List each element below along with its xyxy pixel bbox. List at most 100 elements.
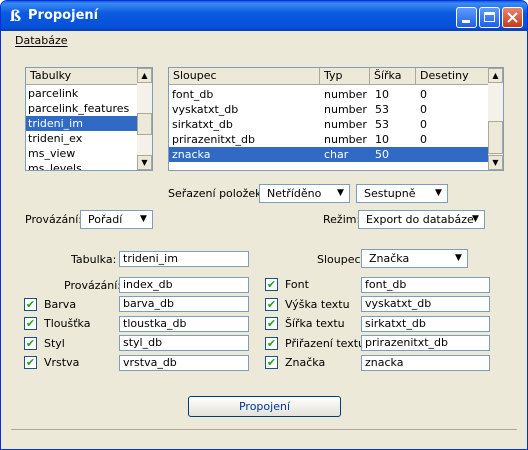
list-item-label: trideni_im	[28, 117, 83, 130]
table-row[interactable]: prirazenitxt_db number 10 0	[169, 132, 488, 147]
prirazeni-textu-label: Přiřazení textu	[285, 337, 366, 350]
cell-width: 10	[375, 88, 389, 101]
tloustka-checkbox[interactable]: ✔	[24, 317, 37, 330]
linking-field-label: Provázání:	[64, 279, 121, 292]
barva-checkbox[interactable]: ✔	[24, 298, 37, 311]
minimize-icon	[462, 20, 470, 23]
sirka-textu-checkbox[interactable]: ✔	[265, 317, 278, 330]
cell-width: 50	[375, 148, 389, 161]
cell-type: number	[324, 88, 367, 101]
cell-decimals: 0	[420, 103, 427, 116]
table-label: Tabulka:	[71, 253, 117, 266]
sort-order-value: Netříděno	[267, 187, 322, 200]
table-row[interactable]: font_db number 10 0	[169, 87, 488, 102]
columns-scrollbar[interactable]: ▲ ▼	[488, 68, 503, 170]
column-header-sloupec[interactable]: Sloupec	[169, 68, 320, 85]
table-row[interactable]: vyskatxt_db number 53 0	[169, 102, 488, 117]
sort-order-dropdown[interactable]: Netříděno ▼	[259, 184, 350, 203]
list-item[interactable]: trideni_ex	[26, 131, 137, 146]
minimize-button[interactable]	[456, 7, 477, 28]
linking-field[interactable]: index_db	[119, 277, 249, 293]
linking-dropdown[interactable]: Pořadí ▼	[80, 210, 153, 229]
mode-value: Export do databáze	[366, 213, 474, 226]
maximize-button[interactable]	[479, 7, 500, 28]
list-item[interactable]: ms_levels	[26, 161, 137, 170]
columns-listview[interactable]: Sloupec Typ Šířka Desetiny font_db numbe…	[168, 67, 504, 171]
font-checkbox[interactable]: ✔	[265, 278, 278, 291]
vrstva-field[interactable]: vrstva_db	[119, 355, 249, 371]
scroll-up-icon[interactable]: ▲	[137, 68, 152, 83]
styl-checkbox[interactable]: ✔	[24, 337, 37, 350]
column-value: Značka	[369, 252, 410, 265]
menu-bar: Databáze	[1, 31, 527, 51]
cell-column: sirkatxt_db	[172, 118, 233, 131]
znacka-label: Značka	[285, 356, 326, 369]
vrstva-label: Vrstva	[44, 356, 80, 369]
column-header-sirka[interactable]: Šířka	[370, 68, 416, 85]
chevron-down-icon[interactable]: ▼	[468, 212, 483, 227]
prirazeni-textu-field[interactable]: prirazenitxt_db	[361, 335, 490, 351]
sirka-textu-field[interactable]: sirkatxt_db	[361, 316, 490, 332]
scroll-down-icon[interactable]: ▼	[488, 155, 503, 170]
table-row[interactable]: sirkatxt_db number 53 0	[169, 117, 488, 132]
cell-column: vyskatxt_db	[172, 103, 239, 116]
close-icon	[507, 12, 518, 23]
scrollbar-thumb[interactable]	[137, 113, 152, 135]
link-button[interactable]: Propojení	[188, 396, 341, 417]
tloustka-field[interactable]: tloustka_db	[119, 316, 249, 332]
tables-listbox[interactable]: Tabulky parcelink parcelink_features tri…	[25, 67, 153, 171]
columns-header: Sloupec Typ Šířka Desetiny	[169, 68, 488, 85]
sort-direction-dropdown[interactable]: Sestupně ▼	[356, 184, 448, 203]
znacka-checkbox[interactable]: ✔	[265, 356, 278, 369]
font-label: Font	[285, 278, 309, 291]
znacka-field[interactable]: znacka	[361, 355, 490, 371]
mode-dropdown[interactable]: Export do databáze ▼	[358, 210, 485, 229]
mode-label: Režim:	[323, 213, 361, 226]
chevron-down-icon[interactable]: ▼	[431, 186, 446, 201]
linking-value: Pořadí	[88, 213, 123, 226]
list-item[interactable]: ms_view	[26, 146, 137, 161]
list-item[interactable]: parcelink	[26, 86, 137, 101]
sirka-textu-label: Šířka textu	[285, 317, 345, 330]
maximize-icon	[484, 12, 495, 22]
vyska-textu-checkbox[interactable]: ✔	[265, 298, 278, 311]
microstation-icon: ß	[9, 7, 22, 25]
close-button[interactable]	[502, 7, 523, 28]
table-field[interactable]: trideni_im	[119, 251, 249, 267]
tloustka-label: Tloušťka	[44, 317, 91, 330]
sort-direction-value: Sestupně	[364, 187, 416, 200]
tables-list: parcelink parcelink_features trideni_im …	[26, 86, 137, 170]
column-dropdown[interactable]: Značka ▼	[361, 249, 468, 268]
tables-header-label: Tabulky	[30, 69, 72, 82]
tables-scrollbar[interactable]: ▲ ▼	[137, 68, 152, 170]
column-header-desetiny[interactable]: Desetiny	[416, 68, 488, 85]
cell-column: font_db	[172, 88, 214, 101]
menu-database[interactable]: Databáze	[15, 34, 68, 47]
cell-decimals: 0	[420, 133, 427, 146]
scroll-down-icon[interactable]: ▼	[137, 155, 152, 170]
list-item[interactable]: parcelink_features	[26, 101, 137, 116]
window-title: Propojení	[28, 8, 99, 23]
list-item-selected[interactable]: trideni_im	[26, 116, 137, 131]
chevron-down-icon[interactable]: ▼	[451, 251, 466, 266]
cell-type: number	[324, 133, 367, 146]
title-bar[interactable]: ß Propojení	[1, 1, 527, 31]
prirazeni-textu-checkbox[interactable]: ✔	[265, 337, 278, 350]
vyska-textu-field[interactable]: vyskatxt_db	[361, 296, 490, 312]
column-label: Sloupec:	[317, 253, 365, 266]
table-row-selected[interactable]: znacka char 50	[169, 147, 488, 162]
scrollbar-thumb[interactable]	[488, 121, 503, 154]
font-field[interactable]: font_db	[361, 277, 490, 293]
styl-label: Styl	[44, 337, 65, 350]
styl-field[interactable]: styl_db	[119, 335, 249, 351]
barva-field[interactable]: barva_db	[119, 296, 249, 312]
tables-header[interactable]: Tabulky	[26, 68, 137, 85]
scroll-up-icon[interactable]: ▲	[488, 68, 503, 83]
list-item-label: ms_view	[28, 147, 76, 160]
status-divider	[11, 429, 517, 445]
sort-label: Seřazení položek:	[168, 187, 266, 200]
chevron-down-icon[interactable]: ▼	[136, 212, 151, 227]
vrstva-checkbox[interactable]: ✔	[24, 356, 37, 369]
column-header-typ[interactable]: Typ	[320, 68, 370, 85]
chevron-down-icon[interactable]: ▼	[333, 186, 348, 201]
